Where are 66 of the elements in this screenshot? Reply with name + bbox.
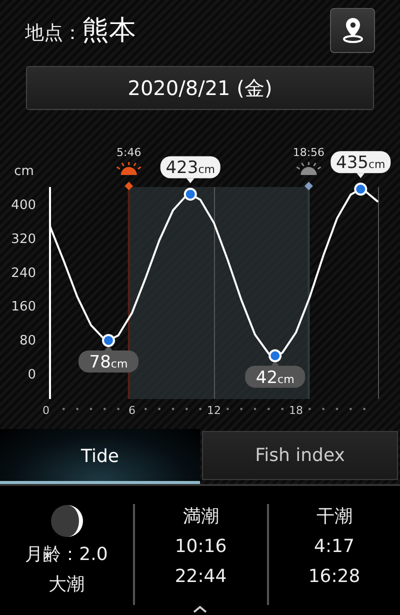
- map-pin-button[interactable]: [330, 8, 375, 52]
- tick-dot: [158, 408, 161, 410]
- y-tick-label: 240: [11, 266, 36, 281]
- annotation: 42cm: [256, 368, 294, 388]
- annotation: 78cm: [89, 352, 128, 372]
- caret-icon[interactable]: [192, 605, 208, 613]
- location-label: 地点：: [25, 21, 82, 46]
- moon-icon: [50, 504, 84, 538]
- tick-dot: [185, 408, 188, 410]
- y-tick-label: 160: [11, 300, 36, 315]
- tick-dot: [240, 408, 243, 410]
- moon-age: 月齢：2.0: [25, 543, 108, 567]
- y-tick-label: 80: [19, 334, 36, 349]
- tide-point: [184, 188, 197, 201]
- sunrise-icon: [116, 161, 142, 175]
- y-tick-label: 0: [28, 368, 36, 383]
- tick-dot: [90, 408, 92, 410]
- y-tick-label: 320: [11, 232, 36, 247]
- tick-dot: [363, 408, 366, 410]
- annotation: 423cm: [166, 158, 215, 178]
- value-callout: 42cm: [245, 360, 306, 388]
- tide-time: 16:28: [308, 565, 360, 589]
- y-tick-label: 400: [11, 198, 36, 213]
- tick-dot: [62, 408, 65, 410]
- sunset-icon: [296, 161, 322, 175]
- tick-dot: [103, 408, 106, 410]
- tide-point: [354, 182, 368, 196]
- x-tick-label: 18: [289, 404, 303, 417]
- tick-dot: [254, 408, 256, 410]
- tide-time: 10:16: [174, 535, 227, 559]
- annotation: 435cm: [336, 153, 386, 174]
- tide-point: [268, 349, 282, 362]
- tick-dot: [199, 408, 202, 410]
- marker-diamond: [304, 182, 313, 190]
- column-heading: 満潮: [182, 505, 219, 529]
- tide-time: 22:44: [174, 565, 227, 589]
- tick-dot: [172, 408, 174, 410]
- tick-dot: [144, 408, 147, 410]
- x-tick-label: 12: [207, 404, 221, 417]
- tide-point: [102, 334, 115, 347]
- tide-type: 大潮: [48, 573, 84, 597]
- tick-dot: [281, 408, 284, 410]
- value-callout: 435cm: [330, 151, 391, 178]
- tab[interactable]: Tide: [0, 429, 200, 484]
- axis-unit: cm: [14, 164, 34, 179]
- tick-dot: [226, 408, 229, 410]
- column-heading: 干潮: [316, 505, 352, 529]
- tick-dot: [267, 408, 270, 410]
- tick-dot: [117, 408, 120, 410]
- sunrise-time: 5:46: [116, 146, 142, 159]
- tick-dot: [308, 408, 311, 410]
- tick-dot: [336, 408, 338, 410]
- map-pin-icon: [340, 16, 364, 44]
- x-tick-label: 0: [42, 404, 50, 417]
- value-callout: 78cm: [78, 346, 138, 372]
- location-name: 熊本: [82, 14, 136, 48]
- tick-dot: [322, 408, 325, 410]
- tick-dot: [349, 408, 352, 410]
- value-callout: 423cm: [160, 156, 220, 184]
- tab[interactable]: Fish index: [202, 431, 398, 480]
- sunset-time: 18:56: [292, 146, 325, 159]
- tick-dot: [76, 408, 79, 410]
- marker-diamond: [124, 182, 134, 190]
- x-tick-label: 6: [128, 404, 136, 417]
- tide-time: 4:17: [314, 535, 354, 559]
- date-button[interactable]: 2020/8/21 (金): [26, 66, 374, 110]
